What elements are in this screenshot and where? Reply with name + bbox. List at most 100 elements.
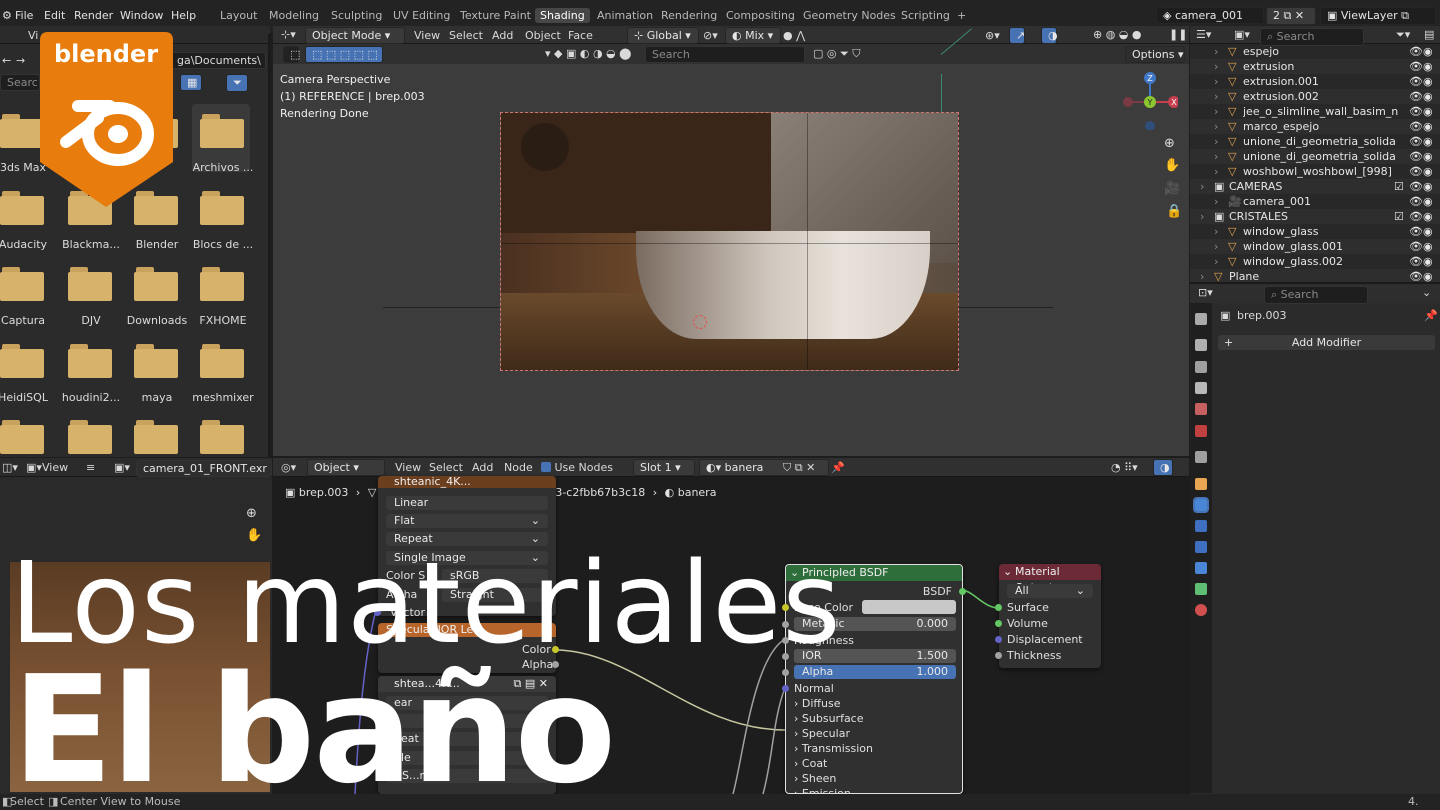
filter-icons[interactable]: ▢ ◎ ⏷ ⛉ xyxy=(813,47,861,61)
pause-render-icon[interactable]: ❚❚ xyxy=(1169,28,1187,41)
tab-modeling[interactable]: Modeling xyxy=(269,9,319,22)
expand-arrow-icon[interactable]: › xyxy=(1214,135,1218,148)
collection-checkbox-icon[interactable]: ☑ xyxy=(1394,180,1404,193)
pan-hand-icon[interactable]: ✋ xyxy=(1164,158,1180,173)
visibility-eye-icon[interactable]: 👁 xyxy=(1409,210,1423,223)
outliner-editor-icon[interactable]: ☰▾ xyxy=(1196,28,1211,41)
outliner-row[interactable]: › ▽ window_glass 👁 ◉ xyxy=(1190,224,1440,239)
navigation-gizmo[interactable]: Z X Y xyxy=(1118,70,1178,130)
visibility-eye-icon[interactable]: 👁 xyxy=(1409,255,1423,268)
folder-icon[interactable] xyxy=(0,420,44,454)
properties-editor-icon[interactable]: ⊡▾ xyxy=(1198,286,1213,299)
folder-icon[interactable] xyxy=(200,420,244,454)
add-modifier-button[interactable]: + Add Modifier xyxy=(1218,335,1435,350)
material-tab-icon[interactable] xyxy=(1195,604,1207,616)
image-texture-node-1-header[interactable]: shteanic_4K... xyxy=(378,476,556,488)
image-name-field[interactable]: camera_01_FRONT.exr xyxy=(136,460,272,477)
expand-arrow-icon[interactable]: › xyxy=(1214,60,1218,73)
bsdf-output-socket[interactable] xyxy=(959,588,966,595)
folder-icon[interactable] xyxy=(0,344,44,378)
particles-tab-icon[interactable] xyxy=(1195,520,1207,532)
alpha-socket[interactable] xyxy=(782,669,789,676)
view-layer-selector[interactable]: ▣ ViewLayer ⧉ xyxy=(1320,7,1436,25)
folder-icon[interactable] xyxy=(0,114,44,148)
folder-label[interactable]: HeidiSQL xyxy=(0,391,58,404)
menu-render[interactable]: Render xyxy=(74,9,113,22)
pivot-icon[interactable]: ⊘▾ xyxy=(703,29,718,42)
gizmo-neg-x-axis[interactable] xyxy=(1123,97,1133,107)
constraints-tab-icon[interactable] xyxy=(1195,562,1207,574)
viewport-menu-view[interactable]: View xyxy=(414,29,440,42)
tab-texture-paint[interactable]: Texture Paint xyxy=(460,9,531,22)
outliner-row[interactable]: › ▣ CRISTALES ☑ 👁 ◉ xyxy=(1190,209,1440,224)
expand-arrow-icon[interactable]: › xyxy=(1214,75,1218,88)
projection-dropdown[interactable]: Flat ⌄ xyxy=(386,514,548,528)
gizmo-toggle-icon[interactable]: ↗ xyxy=(1009,27,1025,44)
world-tab-icon[interactable] xyxy=(1195,425,1207,437)
viewport-menu-select[interactable]: Select xyxy=(449,29,483,42)
view-layer-tab-icon[interactable] xyxy=(1195,382,1207,394)
visibility-eye-icon[interactable]: 👁 xyxy=(1409,105,1423,118)
expand-arrow-icon[interactable]: › xyxy=(1214,225,1218,238)
tool-tab-icon[interactable] xyxy=(1195,313,1207,325)
outliner-row[interactable]: › 🎥 camera_001 👁 ◉ xyxy=(1190,194,1440,209)
render-camera-icon[interactable]: ◉ xyxy=(1423,45,1433,58)
outliner-item-name[interactable]: window_glass.001 xyxy=(1243,240,1403,253)
outliner-item-name[interactable]: camera_001 xyxy=(1243,195,1403,208)
tab-compositing[interactable]: Compositing xyxy=(726,9,795,22)
lock-camera-icon[interactable]: 🔒 xyxy=(1166,204,1182,219)
render-camera-icon[interactable]: ◉ xyxy=(1423,60,1433,73)
visibility-eye-icon[interactable]: 👁 xyxy=(1409,45,1423,58)
visibility-eye-icon[interactable]: 👁 xyxy=(1409,225,1423,238)
render-camera-icon[interactable]: ◉ xyxy=(1423,240,1433,253)
file-search-input[interactable]: Searc xyxy=(0,74,40,91)
tab-shading[interactable]: Shading xyxy=(535,8,590,23)
file-browser-view-menu[interactable]: Vi xyxy=(28,29,38,42)
outliner-filter-icon[interactable]: ⏷▾ xyxy=(1396,28,1410,42)
render-camera-icon[interactable]: ◉ xyxy=(1423,180,1433,193)
folder-icon[interactable] xyxy=(200,191,244,225)
display-mode-icon[interactable]: ▣▾ xyxy=(1234,28,1250,41)
outliner-item-name[interactable]: window_glass.002 xyxy=(1243,255,1403,268)
volume-input-socket[interactable] xyxy=(995,620,1002,627)
editor-type-icon[interactable]: ⊹▾ xyxy=(281,28,296,41)
blender-menu-icon[interactable]: ⚙ xyxy=(2,9,12,22)
menu-help[interactable]: Help xyxy=(171,9,196,22)
bsdf-panel-subsurface[interactable]: › Subsurface xyxy=(794,712,864,725)
visibility-eye-icon[interactable]: 👁 xyxy=(1409,120,1423,133)
proportional-edit-icon[interactable]: ● ⋀ xyxy=(783,29,805,42)
folder-icon[interactable] xyxy=(68,420,112,454)
folder-label[interactable]: Downloads xyxy=(122,314,192,327)
render-camera-icon[interactable]: ◉ xyxy=(1423,255,1433,268)
outliner-item-name[interactable]: extrusion.001 xyxy=(1243,75,1403,88)
bsdf-panel-diffuse[interactable]: › Diffuse xyxy=(794,697,840,710)
scene-tab-icon[interactable] xyxy=(1195,403,1207,415)
scene-users[interactable]: 2 ⧉ ✕ xyxy=(1266,7,1316,25)
menu-window[interactable]: Window xyxy=(120,9,163,22)
surface-input-socket[interactable] xyxy=(995,604,1002,611)
folder-icon[interactable] xyxy=(0,191,44,225)
expand-arrow-icon[interactable]: › xyxy=(1214,105,1218,118)
tab-rendering[interactable]: Rendering xyxy=(661,9,717,22)
folder-icon[interactable] xyxy=(0,267,44,301)
expand-arrow-icon[interactable]: › xyxy=(1200,180,1204,193)
render-camera-icon[interactable]: ◉ xyxy=(1423,90,1433,103)
folder-icon[interactable] xyxy=(134,420,178,454)
viewport-menu-object[interactable]: Object xyxy=(525,29,561,42)
visibility-eye-icon[interactable]: 👁 xyxy=(1409,75,1423,88)
folder-label[interactable]: maya xyxy=(122,391,192,404)
folder-label[interactable]: Blocs de ... xyxy=(188,238,258,251)
outliner-item-name[interactable]: unione_di_geometria_solida xyxy=(1243,135,1403,148)
visibility-eye-icon[interactable]: 👁 xyxy=(1409,195,1423,208)
folder-label[interactable]: FXHOME xyxy=(188,314,258,327)
tab-layout[interactable]: Layout xyxy=(220,9,257,22)
overlay-toggle-icon[interactable]: ◑ xyxy=(1041,27,1058,44)
bsdf-panel-transmission[interactable]: › Transmission xyxy=(794,742,873,755)
folder-label[interactable]: Audacity xyxy=(0,238,58,251)
outliner-item-name[interactable]: marco_espejo xyxy=(1243,120,1403,133)
outliner-item-name[interactable]: woshbowl_woshbowl_[998] xyxy=(1243,165,1403,178)
outliner-row[interactable]: › ▽ unione_di_geometria_solida 👁 ◉ xyxy=(1190,134,1440,149)
transform-orientation-dropdown[interactable]: ⊹ Global ▾ xyxy=(627,27,699,44)
visibility-eye-icon[interactable]: 👁 xyxy=(1409,165,1423,178)
bsdf-panel-specular[interactable]: › Specular xyxy=(794,727,850,740)
